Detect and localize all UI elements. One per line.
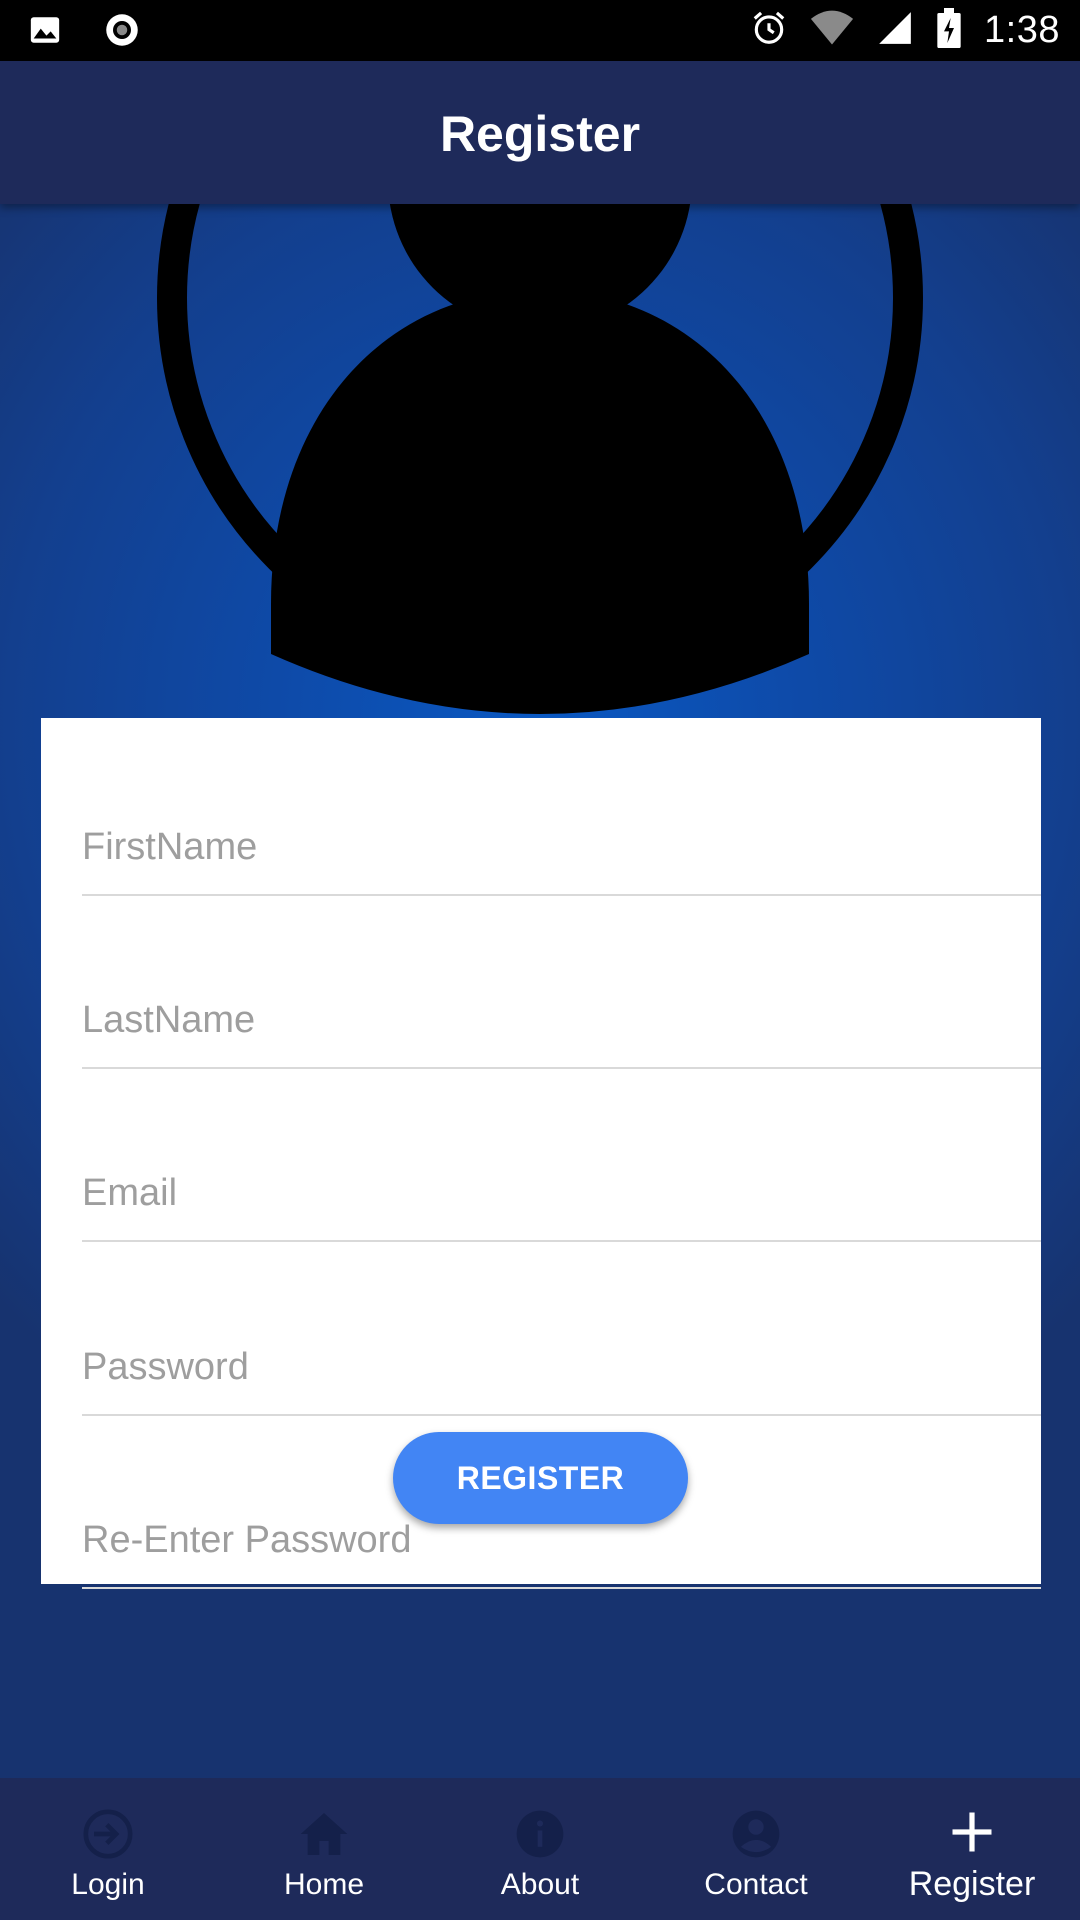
nav-item-contact[interactable]: Contact [648,1778,864,1920]
image-icon [28,13,62,52]
nav-label: Home [283,1868,365,1901]
register-content [0,204,1080,1778]
status-time: 1:38 [984,9,1060,51]
plus-icon [946,1806,998,1863]
app-bar: Register [0,61,1080,204]
user-avatar-icon[interactable] [156,204,924,714]
signal-icon [876,9,914,52]
login-icon [80,1806,136,1867]
password-field[interactable] [82,1332,1041,1416]
nav-item-home[interactable]: Home [216,1778,432,1920]
nav-label: About [500,1868,580,1901]
account-circle-icon [728,1806,784,1867]
nav-item-about[interactable]: About [432,1778,648,1920]
nav-label: Login [71,1868,145,1901]
wifi-icon [810,9,854,52]
alarm-icon [750,9,788,52]
last-name-field[interactable] [82,985,1041,1069]
page-title: Register [439,106,641,162]
battery-charging-icon [936,8,962,53]
nav-item-register[interactable]: Register [864,1778,1080,1920]
first-name-field[interactable] [82,812,1041,896]
register-button[interactable]: REGISTER [393,1432,688,1524]
info-icon [512,1806,568,1867]
record-icon [104,12,140,53]
nav-label: Contact [704,1868,808,1901]
status-bar: 1:38 [0,0,1080,61]
nav-item-login[interactable]: Login [0,1778,216,1920]
bottom-nav: Login Home About Contact Register [0,1778,1080,1920]
home-icon [296,1806,352,1867]
nav-label: Register [908,1865,1036,1903]
email-field[interactable] [82,1158,1041,1242]
